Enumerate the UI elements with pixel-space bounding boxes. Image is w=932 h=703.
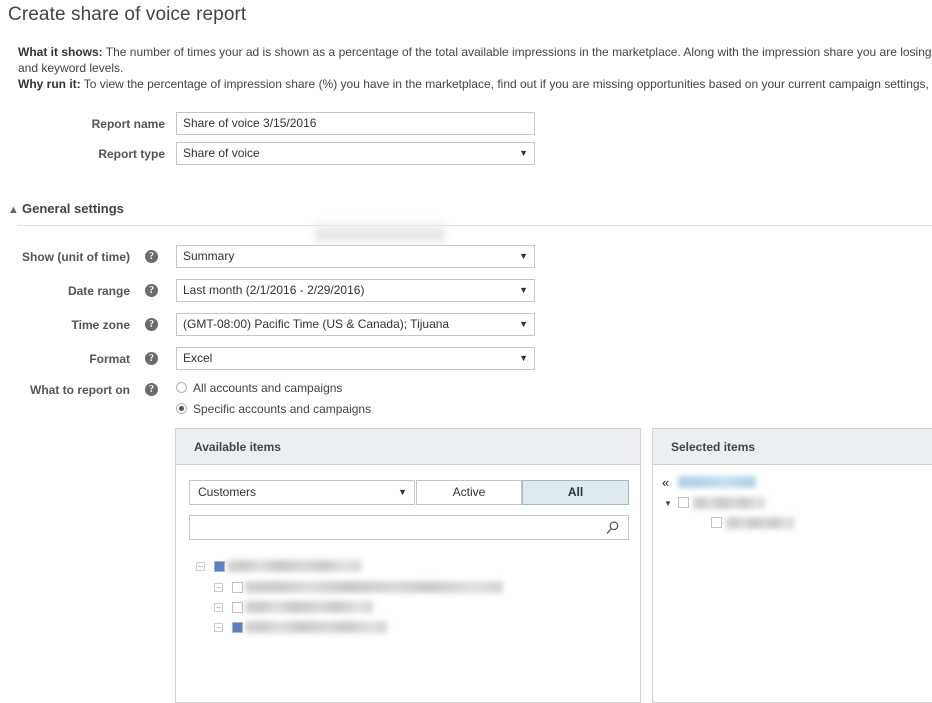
help-icon-what-to-report-on[interactable]: ? <box>145 383 158 396</box>
report-name-input[interactable]: Share of voice 3/15/2016 <box>176 112 535 135</box>
tree-item-label-redacted <box>245 621 387 633</box>
radio-specific-accounts-label[interactable]: Specific accounts and campaigns <box>193 403 371 416</box>
tree-checkbox[interactable] <box>232 582 243 593</box>
selected-item-label-redacted <box>693 497 765 509</box>
search-input[interactable] <box>189 515 629 540</box>
format-value: Excel <box>183 351 213 365</box>
what-it-shows-line2: and keyword levels. <box>18 61 124 75</box>
chevron-up-icon: ▲ <box>8 204 19 216</box>
selected-item-checkbox[interactable] <box>678 497 689 508</box>
report-name-label: Report name <box>91 117 165 131</box>
format-select[interactable]: Excel ▼ <box>176 347 535 370</box>
help-icon-time-zone[interactable]: ? <box>145 318 158 331</box>
general-settings-header[interactable]: ▲ General settings <box>8 201 124 216</box>
why-run-it-text: To view the percentage of impression sha… <box>80 77 929 91</box>
show-unit-of-time-select[interactable]: Summary ▼ <box>176 245 535 268</box>
time-zone-value: (GMT-08:00) Pacific Time (US & Canada); … <box>183 317 450 331</box>
radio-all-accounts[interactable] <box>176 382 187 393</box>
report-type-value: Share of voice <box>183 146 260 160</box>
chevron-down-icon: ▼ <box>519 353 528 363</box>
tree-expander-icon[interactable]: – <box>214 603 223 612</box>
report-description: What it shows: The number of times your … <box>18 44 932 92</box>
help-icon-show-unit[interactable]: ? <box>145 250 158 263</box>
toggle-all[interactable]: All <box>522 480 629 505</box>
tree-expander-icon[interactable]: – <box>214 623 223 632</box>
what-it-shows-label: What it shows: <box>18 45 103 59</box>
selected-items-panel: Selected items « ▼ <box>652 428 932 703</box>
what-it-shows-text: The number of times your ad is shown as … <box>102 45 932 59</box>
toggle-active[interactable]: Active <box>416 480 522 505</box>
date-range-value: Last month (2/1/2016 - 2/29/2016) <box>183 283 365 297</box>
date-range-select[interactable]: Last month (2/1/2016 - 2/29/2016) ▼ <box>176 279 535 302</box>
show-unit-of-time-row: Show (unit of time) ? Summary ▼ <box>0 245 700 269</box>
format-row: Format ? Excel ▼ <box>0 347 700 371</box>
available-items-panel: Available items Customers ▼ Active All –… <box>175 428 641 703</box>
tree-checkbox[interactable] <box>232 622 243 633</box>
help-icon-date-range[interactable]: ? <box>145 284 158 297</box>
page-title: Create share of voice report <box>8 4 247 25</box>
tree-item-label-redacted <box>245 581 503 593</box>
time-zone-label: Time zone <box>71 318 130 332</box>
tree-checkbox[interactable] <box>232 602 243 613</box>
radio-all-accounts-label[interactable]: All accounts and campaigns <box>193 382 342 395</box>
radio-specific-accounts[interactable] <box>176 403 187 414</box>
selected-items-header: Selected items <box>653 429 932 465</box>
selected-item-label-redacted <box>726 517 794 529</box>
what-it-shows-line: What it shows: The number of times your … <box>18 44 932 60</box>
report-type-label: Report type <box>98 147 165 161</box>
report-type-row: Report type Share of voice ▼ <box>0 142 700 166</box>
show-unit-of-time-label: Show (unit of time) <box>22 250 130 264</box>
tree-item-label-redacted <box>227 560 361 572</box>
why-run-it-line: Why run it: To view the percentage of im… <box>18 76 932 92</box>
chevron-down-icon: ▼ <box>519 285 528 295</box>
entity-type-select[interactable]: Customers ▼ <box>189 480 415 505</box>
date-range-row: Date range ? Last month (2/1/2016 - 2/29… <box>0 279 700 303</box>
chevron-down-icon: ▼ <box>398 487 407 497</box>
what-to-report-on-row: What to report on ? All accounts and cam… <box>0 378 700 418</box>
help-icon-format[interactable]: ? <box>145 352 158 365</box>
selected-item-checkbox[interactable] <box>711 517 722 528</box>
chevron-down-icon: ▼ <box>519 319 528 329</box>
format-label: Format <box>89 352 130 366</box>
report-name-row: Report name Share of voice 3/15/2016 <box>0 112 700 246</box>
tree-collapse-icon[interactable]: ▼ <box>664 498 672 510</box>
remove-all-icon[interactable]: « <box>662 476 669 489</box>
chevron-down-icon: ▼ <box>519 148 528 158</box>
why-run-it-label: Why run it: <box>18 77 81 91</box>
date-range-label: Date range <box>67 284 130 298</box>
chevron-down-icon: ▼ <box>519 251 528 261</box>
section-divider <box>18 225 932 226</box>
tree-checkbox[interactable] <box>214 561 225 572</box>
selected-item-label-redacted <box>678 476 756 488</box>
show-unit-of-time-value: Summary <box>183 249 235 263</box>
tree-item-label-redacted <box>245 601 373 613</box>
time-zone-row: Time zone ? (GMT-08:00) Pacific Time (US… <box>0 313 700 337</box>
time-zone-select[interactable]: (GMT-08:00) Pacific Time (US & Canada); … <box>176 313 535 336</box>
what-to-report-on-label: What to report on <box>30 383 130 397</box>
general-settings-title: General settings <box>22 201 124 216</box>
entity-type-value: Customers <box>198 485 257 499</box>
report-type-select[interactable]: Share of voice ▼ <box>176 142 535 165</box>
tree-expander-icon[interactable]: – <box>196 562 205 571</box>
search-icon <box>606 521 619 534</box>
tree-expander-icon[interactable]: – <box>214 583 223 592</box>
available-items-header: Available items <box>176 429 640 465</box>
